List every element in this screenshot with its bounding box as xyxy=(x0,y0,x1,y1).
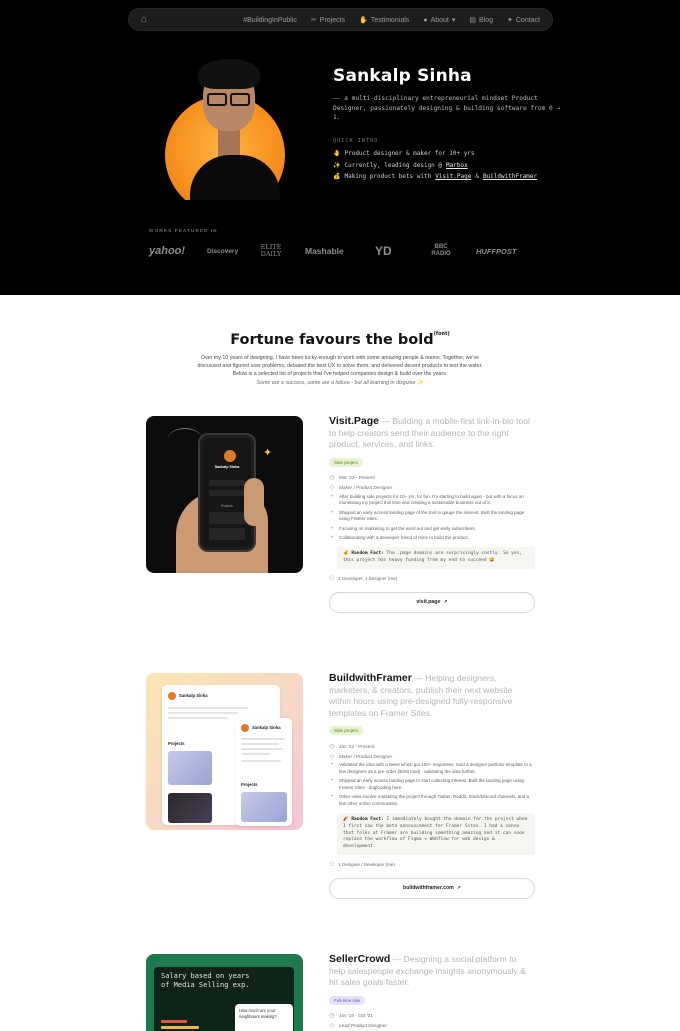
chat-icon: ▤ xyxy=(469,17,476,24)
section-headline: Fortune favours the bold(font) xyxy=(230,331,450,348)
section-intro: Over my 10 years of designing, I have be… xyxy=(197,355,483,386)
elite-daily-logo: ELITE DAILY xyxy=(260,243,282,258)
visit-page-button[interactable]: visit.page ↗ xyxy=(329,591,535,613)
calendar-icon: ◷ xyxy=(329,475,335,481)
plus-icon: + xyxy=(330,778,334,785)
calendar-icon: ◷ xyxy=(329,743,335,750)
plus-icon: + xyxy=(330,794,334,801)
plus-icon: + xyxy=(330,525,334,532)
huffpost-logo: HUFFPOST xyxy=(476,246,517,256)
buildwithframer-link[interactable]: BuildwithFramer xyxy=(483,173,537,180)
plus-icon: + xyxy=(330,535,334,542)
hand-icon: 🤚 xyxy=(333,150,341,158)
sparkle-icon: ✨ xyxy=(333,161,341,169)
hero-name: Sankalp Sinha xyxy=(333,66,472,86)
visit-page-image: Sankalp Sinha Projects ✦ xyxy=(146,416,303,573)
nav-projects[interactable]: ✂ Projects xyxy=(310,16,345,25)
buildwithframer-button[interactable]: buildwithframer.com ↗ xyxy=(329,877,535,899)
nav-testimonials[interactable]: ✋ Testimonials xyxy=(359,16,409,25)
project-badge: Side project xyxy=(329,726,363,735)
buildwithframer-image: Sankalp Sinha Projects Sankalp Sinha Pro… xyxy=(146,673,303,830)
external-link-icon: ↗ xyxy=(456,885,461,892)
featured-logos: yahoo! Discovery ELITE DAILY Mashable YD… xyxy=(149,241,533,261)
random-fact: 💰 Random Fact: The .page domains are sur… xyxy=(337,547,535,569)
sellercrowd-image: Salary based on years of Media Selling e… xyxy=(146,954,303,1031)
hero-section: ⌂ #BuildingInPublic ✂ Projects ✋ Testimoni… xyxy=(0,0,680,295)
quick-intro-label: QUICK INTRO xyxy=(333,138,379,144)
calendar-icon: ◷ xyxy=(329,1013,335,1019)
project-title: SellerCrowd xyxy=(329,953,391,965)
user-icon: ● xyxy=(423,16,428,24)
team-icon: ⚇ xyxy=(329,861,335,868)
sparkle-icon: ✦ xyxy=(263,447,273,459)
quick-intro-item: 💰 Making product bets with Visit.Page & Buil… xyxy=(333,173,538,181)
project-bullets: + After building side projects for 10+ yr… xyxy=(330,493,525,542)
home-icon[interactable]: ⌂ xyxy=(141,14,153,26)
project-badge: Full-time role xyxy=(329,995,366,1005)
works-featured-label: WORKS FEATURED IN xyxy=(149,229,218,234)
project-buildwithframer: BuildwithFramer — Helping designers, mar… xyxy=(329,672,535,899)
hero-tagline: —— a multi-disciplinary entrepreneurial … xyxy=(333,95,561,121)
role-icon: ◇ xyxy=(329,753,335,760)
bbc-radio-logo: BBC RADIO xyxy=(431,244,451,257)
quick-intro-item: ✨ Currently, leading design @ Marbox xyxy=(333,161,468,169)
discovery-logo: Discovery xyxy=(207,247,239,255)
top-nav: ⌂ #BuildingInPublic ✂ Projects ✋ Testimoni… xyxy=(128,8,553,31)
marbox-link[interactable]: Marbox xyxy=(446,162,468,169)
plus-icon: + xyxy=(330,509,334,516)
template-card-mobile: Sankalp Sinha Projects xyxy=(236,718,292,826)
project-title: BuildwithFramer xyxy=(329,672,412,684)
nav-building-in-public[interactable]: #BuildingInPublic xyxy=(243,17,297,24)
nav-about[interactable]: ● About ▾ xyxy=(423,16,456,25)
yahoo-logo: yahoo! xyxy=(149,245,186,257)
avatar xyxy=(160,55,290,200)
project-title: Visit.Page xyxy=(329,415,379,427)
thumbs-up-icon: ✋ xyxy=(359,17,368,24)
tools-icon: ✂ xyxy=(310,17,317,24)
money-bag-icon: 💰 xyxy=(333,173,341,181)
visit-page-link[interactable]: Visit.Page xyxy=(435,173,471,180)
plus-icon: + xyxy=(330,762,334,768)
project-badge: Side project xyxy=(329,457,363,467)
mashable-logo: Mashable xyxy=(305,246,344,256)
chevron-down-icon: ▾ xyxy=(451,17,456,24)
yd-logo: YD xyxy=(375,244,392,258)
quick-intro-list: 🤚 Product designer & maker for 10+ yrs ✨ C… xyxy=(333,148,537,183)
project-sellercrowd: SellerCrowd — Designing a social platfor… xyxy=(329,953,526,1029)
plus-icon: + xyxy=(330,493,334,500)
team-icon: ⚇ xyxy=(329,575,335,582)
headline-sup: (font) xyxy=(433,331,450,337)
twitter-icon: ✦ xyxy=(507,17,513,24)
role-icon: ◇ xyxy=(329,485,335,491)
nav-items: #BuildingInPublic ✂ Projects ✋ Testimonial… xyxy=(243,9,540,31)
quick-intro-item: 🤚 Product designer & maker for 10+ yrs xyxy=(333,150,475,158)
external-link-icon: ↗ xyxy=(443,599,448,606)
nav-contact[interactable]: ✦ Contact xyxy=(507,16,540,25)
project-bullets: + Validated the idea with a tweet which g… xyxy=(330,762,532,807)
chat-bubble: How much are your neighbours making? xyxy=(235,1004,293,1031)
role-icon: ◇ xyxy=(329,1023,335,1029)
project-visit-page: Visit.Page — Building a mobile-first lin… xyxy=(329,415,535,613)
nav-blog[interactable]: ▤ Blog xyxy=(469,16,493,25)
random-fact: 🧨 Random Fact: I immediately bought the … xyxy=(337,812,535,855)
